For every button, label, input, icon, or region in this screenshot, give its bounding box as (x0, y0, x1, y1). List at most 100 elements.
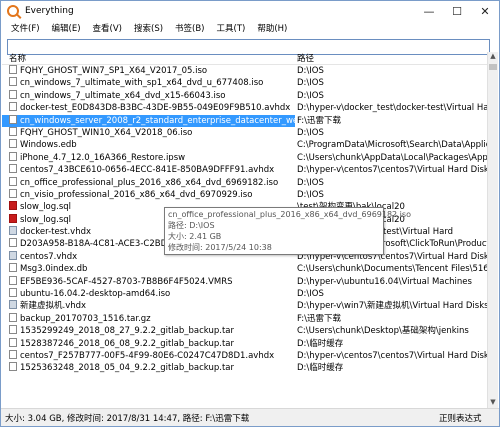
row-path: D:\临时缓存 (297, 338, 344, 349)
row-name-cell: cn_windows_7_ultimate_x64_dvd_x15-66043.… (2, 89, 295, 102)
row-name-cell: backup_20170703_1516.tar.gz (2, 312, 295, 325)
row-path: D:\IOS (297, 66, 324, 76)
maximize-button[interactable]: ☐ (443, 1, 471, 21)
row-name: docker-test.vhdx (20, 227, 92, 238)
column-header-path[interactable]: 路径 (295, 52, 314, 64)
table-row[interactable]: 新建虚拟机.vhdx D:\hyper-v\win7\新建虚拟机\Virtual … (2, 300, 488, 312)
column-header-name[interactable]: 名称 (2, 52, 295, 64)
file-icon (9, 114, 17, 124)
row-name: backup_20170703_1516.tar.gz (20, 313, 151, 324)
file-icon (9, 288, 17, 298)
scroll-up-arrow-icon[interactable]: ▲ (488, 52, 498, 63)
tooltip-size: 大小: 2.41 GB (168, 232, 222, 241)
table-row[interactable]: centos7_43BCE610-0656-4ECC-841E-850BA9DF… (2, 164, 488, 176)
regex-mode-indicator[interactable]: 正则表达式 (439, 412, 499, 424)
row-name-cell: cn_office_professional_plus_2016_x86_x64… (2, 176, 295, 189)
menu-view[interactable]: 查看(V) (87, 21, 128, 37)
row-name-cell: 1525363248_2018_05_04_9.2.2_gitlab_backu… (2, 362, 295, 374)
row-name: FQHY_GHOST_WIN10_X64_V2018_06.iso (20, 127, 193, 138)
row-path: D:\hyper-v\docker_test\docker-test\Virtu… (297, 103, 488, 114)
table-row[interactable]: Windows.edb C:\ProgramData\Microsoft\Sear… (2, 139, 488, 151)
table-row[interactable]: docker-test_E0D843D8-B3BC-43DE-9B55-049E… (2, 102, 488, 114)
file-icon (9, 275, 17, 285)
row-path: D:\IOS (297, 90, 324, 101)
table-row[interactable]: Msg3.0index.db C:\Users\chunk\Documents\T… (2, 263, 488, 275)
table-row[interactable]: cn_windows_server_2008_r2_standard_enter… (2, 114, 488, 127)
table-row[interactable]: backup_20170703_1516.tar.gz F:\迅雷下载 (2, 312, 488, 325)
table-row[interactable]: 1535299249_2018_08_27_9.2.2_gitlab_backu… (2, 325, 488, 337)
table-row[interactable]: FQHY_GHOST_WIN10_X64_V2018_06.iso D:\IOS (2, 126, 488, 139)
row-name-cell: 1528387246_2018_06_08_9.2.2_gitlab_backu… (2, 337, 295, 350)
row-path: D:\IOS (297, 177, 324, 188)
sql-file-icon (9, 201, 17, 211)
row-path: D:\hyper-v\centos7\centos7\Virtual Hard … (297, 350, 488, 361)
list-header: 名称 路径 (2, 52, 488, 65)
everything-logo-icon (7, 5, 19, 17)
file-icon (9, 102, 17, 112)
table-row[interactable]: 1528387246_2018_06_08_9.2.2_gitlab_backu… (2, 337, 488, 350)
title-bar[interactable]: Everything — ☐ ✕ (1, 1, 499, 21)
row-name: EF5BE936-5CAF-4527-8703-7B8B6F4F5024.VMR… (20, 276, 233, 287)
row-name-cell: docker-test_E0D843D8-B3BC-43DE-9B55-049E… (2, 102, 295, 114)
menu-help[interactable]: 帮助(H) (251, 21, 293, 37)
file-icon (9, 362, 17, 372)
row-path: D:\hyper-v\win7\新建虚拟机\Virtual Hard Disks (297, 301, 488, 312)
row-name-cell: FQHY_GHOST_WIN10_X64_V2018_06.iso (2, 126, 295, 139)
menu-edit[interactable]: 编辑(E) (46, 21, 87, 37)
file-icon (9, 337, 17, 347)
table-row[interactable]: iPhone_4.7_12.0_16A366_Restore.ipsw C:\Us… (2, 151, 488, 164)
file-info-tooltip: cn_office_professional_plus_2016_x86_x64… (164, 207, 411, 255)
table-row[interactable]: cn_visio_professional_2016_x86_x64_dvd_6… (2, 188, 488, 201)
vertical-scrollbar[interactable]: ▲ ▼ (487, 52, 498, 409)
row-name-cell: ubuntu-16.04.2-desktop-amd64.iso (2, 288, 295, 300)
row-name-cell: cn_windows_7_ultimate_with_sp1_x64_dvd_u… (2, 77, 295, 89)
row-name-cell: centos7_F257B777-00F5-4F99-80E6-C0247C47… (2, 349, 295, 362)
row-name: iPhone_4.7_12.0_16A366_Restore.ipsw (20, 152, 186, 163)
menu-tools[interactable]: 工具(T) (211, 21, 252, 37)
row-path: C:\ProgramData\Microsoft\Search\Data\App… (297, 140, 488, 151)
row-name: 1525363248_2018_05_04_9.2.2_gitlab_backu… (20, 363, 234, 374)
table-row[interactable]: FQHY_GHOST_WIN7_SP1_X64_V2017_05.iso D:\I… (2, 65, 488, 77)
file-icon (9, 77, 17, 87)
file-icon (9, 126, 17, 136)
row-name-cell: centos7_43BCE610-0656-4ECC-841E-850BA9DF… (2, 164, 295, 176)
row-name: Msg3.0index.db (20, 264, 88, 275)
row-name-cell: cn_visio_professional_2016_x86_x64_dvd_6… (2, 188, 295, 201)
sql-file-icon (9, 213, 17, 223)
table-row[interactable]: centos7_F257B777-00F5-4F99-80E6-C0247C47… (2, 349, 488, 362)
row-name-cell: cn_windows_server_2008_r2_standard_enter… (2, 114, 295, 127)
row-name: 1535299249_2018_08_27_9.2.2_gitlab_backu… (20, 326, 234, 337)
file-icon (9, 312, 17, 322)
close-button[interactable]: ✕ (471, 1, 499, 21)
row-path: D:\IOS (297, 127, 324, 138)
row-path: C:\Users\chunk\AppData\Local\Packages\Ap… (297, 152, 488, 163)
menu-file[interactable]: 文件(F) (5, 21, 46, 37)
status-text: 大小: 3.04 GB, 修改时间: 2017/8/31 14:47, 路径: … (5, 413, 250, 424)
scrollbar-thumb[interactable] (489, 64, 497, 70)
app-window: Everything — ☐ ✕ 文件(F) 编辑(E) 查看(V) 搜索(S)… (0, 0, 500, 427)
menu-bookmarks[interactable]: 书签(B) (169, 21, 210, 37)
row-name-cell: Windows.edb (2, 139, 295, 151)
table-row[interactable]: ubuntu-16.04.2-desktop-amd64.iso D:\IOS (2, 288, 488, 300)
minimize-button[interactable]: — (415, 1, 443, 21)
row-name: cn_visio_professional_2016_x86_x64_dvd_6… (20, 189, 253, 200)
table-row[interactable]: cn_windows_7_ultimate_x64_dvd_x15-66043.… (2, 89, 488, 102)
table-row[interactable]: 1525363248_2018_05_04_9.2.2_gitlab_backu… (2, 362, 488, 374)
file-icon (9, 65, 17, 74)
table-row[interactable]: EF5BE936-5CAF-4527-8703-7B8B6F4F5024.VMR… (2, 275, 488, 288)
table-row[interactable]: cn_office_professional_plus_2016_x86_x64… (2, 176, 488, 189)
row-path: D:\IOS (297, 289, 324, 300)
row-path: D:\临时缓存 (297, 363, 344, 374)
row-name-cell: 1535299249_2018_08_27_9.2.2_gitlab_backu… (2, 325, 295, 337)
file-icon (9, 89, 17, 99)
row-name: 1528387246_2018_06_08_9.2.2_gitlab_backu… (20, 338, 234, 349)
row-name-cell: FQHY_GHOST_WIN7_SP1_X64_V2017_05.iso (2, 65, 295, 77)
table-row[interactable]: cn_windows_7_ultimate_with_sp1_x64_dvd_u… (2, 77, 488, 89)
file-icon (9, 349, 17, 359)
menu-search[interactable]: 搜索(S) (128, 21, 169, 37)
row-path: F:\迅雷下载 (295, 114, 488, 127)
row-name: cn_windows_server_2008_r2_standard_enter… (20, 115, 295, 126)
file-icon (9, 263, 17, 273)
row-path: F:\迅雷下载 (297, 313, 341, 324)
row-name-cell: Msg3.0index.db (2, 263, 295, 275)
